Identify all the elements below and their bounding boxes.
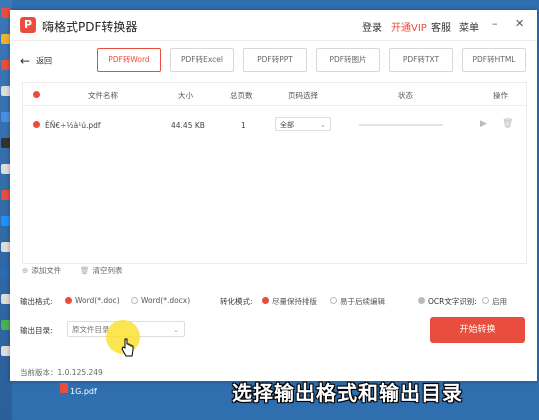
back-label: 返回	[36, 56, 53, 66]
trash-icon[interactable]: 🗑	[502, 119, 513, 129]
output-format-label: 输出格式:	[20, 297, 53, 306]
page-range-value: 全部	[280, 121, 294, 129]
file-pages: 1	[241, 121, 246, 130]
tab-pdf-to-html[interactable]: PDF转HTML	[462, 48, 526, 72]
format-docx-label[interactable]: Word(*.docx)	[141, 296, 190, 305]
ocr-enable-radio[interactable]	[482, 297, 489, 304]
header-page-select: 页码选择	[288, 91, 318, 100]
conversion-progress	[359, 124, 443, 126]
tab-pdf-to-word[interactable]: PDF转Word	[97, 48, 161, 72]
version-text: 当前版本：1.0.125.249	[20, 368, 103, 377]
login-link[interactable]: 登录	[362, 19, 382, 34]
header-size: 大小	[178, 91, 193, 100]
app-logo-icon: P	[20, 17, 36, 33]
format-docx-radio[interactable]	[131, 297, 138, 304]
mode-keep-layout-radio[interactable]	[262, 297, 269, 304]
mode-editable-radio[interactable]	[330, 297, 337, 304]
file-size: 44.45 KB	[171, 121, 205, 130]
tab-pdf-to-image[interactable]: PDF转图片	[316, 48, 380, 72]
header-name: 文件名称	[88, 91, 118, 100]
output-dir-label: 输出目录:	[20, 326, 53, 335]
plus-circle-icon: ⊕	[22, 266, 29, 275]
play-icon[interactable]: ▶	[480, 119, 487, 129]
ocr-enable-label[interactable]: 启用	[492, 296, 507, 307]
output-dir-value: 原文件目录	[72, 325, 110, 334]
tab-pdf-to-ppt[interactable]: PDF转PPT	[243, 48, 307, 72]
format-doc-radio[interactable]	[65, 297, 72, 304]
back-button[interactable]: ← 返回	[20, 54, 52, 68]
start-convert-button[interactable]: 开始转换	[430, 317, 525, 343]
tab-pdf-to-txt[interactable]: PDF转TXT	[389, 48, 453, 72]
video-caption: 选择输出格式和输出目录	[232, 381, 463, 405]
add-file-button[interactable]: ⊕ 添加文件	[22, 265, 64, 276]
page-range-select[interactable]: 全部 ⌄	[275, 117, 331, 131]
table-row: ÊÑ€÷½à¹ú.pdf 44.45 KB 1 全部 ⌄ ▶ 🗑	[23, 113, 526, 137]
desktop-file-label[interactable]: 1G.pdf	[70, 387, 97, 396]
ocr-info-icon	[418, 297, 425, 304]
ocr-label: OCR文字识别:	[428, 297, 477, 306]
tab-pdf-to-excel[interactable]: PDF转Excel	[170, 48, 234, 72]
clear-list-label: 清空列表	[92, 266, 123, 275]
file-table: 文件名称 大小 总页数 页码选择 状态 操作 ÊÑ€÷½à¹ú.pdf 44.4…	[22, 82, 527, 264]
service-link[interactable]: 客服	[431, 19, 451, 34]
pdf-file-icon[interactable]	[60, 383, 68, 393]
add-file-label: 添加文件	[31, 266, 62, 275]
mode-editable-label[interactable]: 易于后续编辑	[340, 296, 385, 307]
title-bar: P 嗨格式PDF转换器 登录 开通VIP 客服 菜单 – ✕	[10, 10, 537, 41]
header-action: 操作	[493, 91, 508, 100]
row-checkbox[interactable]	[33, 121, 40, 128]
app-window: P 嗨格式PDF转换器 登录 开通VIP 客服 菜单 – ✕ ← 返回 PDF转W…	[10, 10, 537, 381]
header-status: 状态	[398, 91, 413, 100]
mode-keep-layout-label[interactable]: 尽量保持排版	[272, 296, 317, 307]
format-doc-label[interactable]: Word(*.doc)	[75, 296, 120, 305]
header-pages: 总页数	[230, 91, 253, 100]
select-all-checkbox[interactable]	[33, 91, 40, 98]
table-header: 文件名称 大小 总页数 页码选择 状态 操作	[23, 83, 526, 106]
close-button[interactable]: ✕	[515, 17, 524, 30]
trash-icon: 🗑	[80, 266, 90, 275]
chevron-down-icon: ⌄	[320, 121, 326, 129]
minimize-button[interactable]: –	[492, 17, 498, 30]
app-title: 嗨格式PDF转换器	[42, 20, 138, 34]
menu-link[interactable]: 菜单	[459, 19, 479, 34]
hand-cursor-icon	[121, 338, 134, 357]
clear-list-button[interactable]: 🗑 清空列表	[80, 265, 126, 276]
chevron-down-icon: ⌄	[173, 326, 179, 334]
convert-mode-label: 转化模式:	[220, 297, 253, 306]
arrow-left-icon: ←	[20, 54, 31, 68]
file-name: ÊÑ€÷½à¹ú.pdf	[45, 121, 101, 130]
vip-link[interactable]: 开通VIP	[391, 19, 427, 34]
